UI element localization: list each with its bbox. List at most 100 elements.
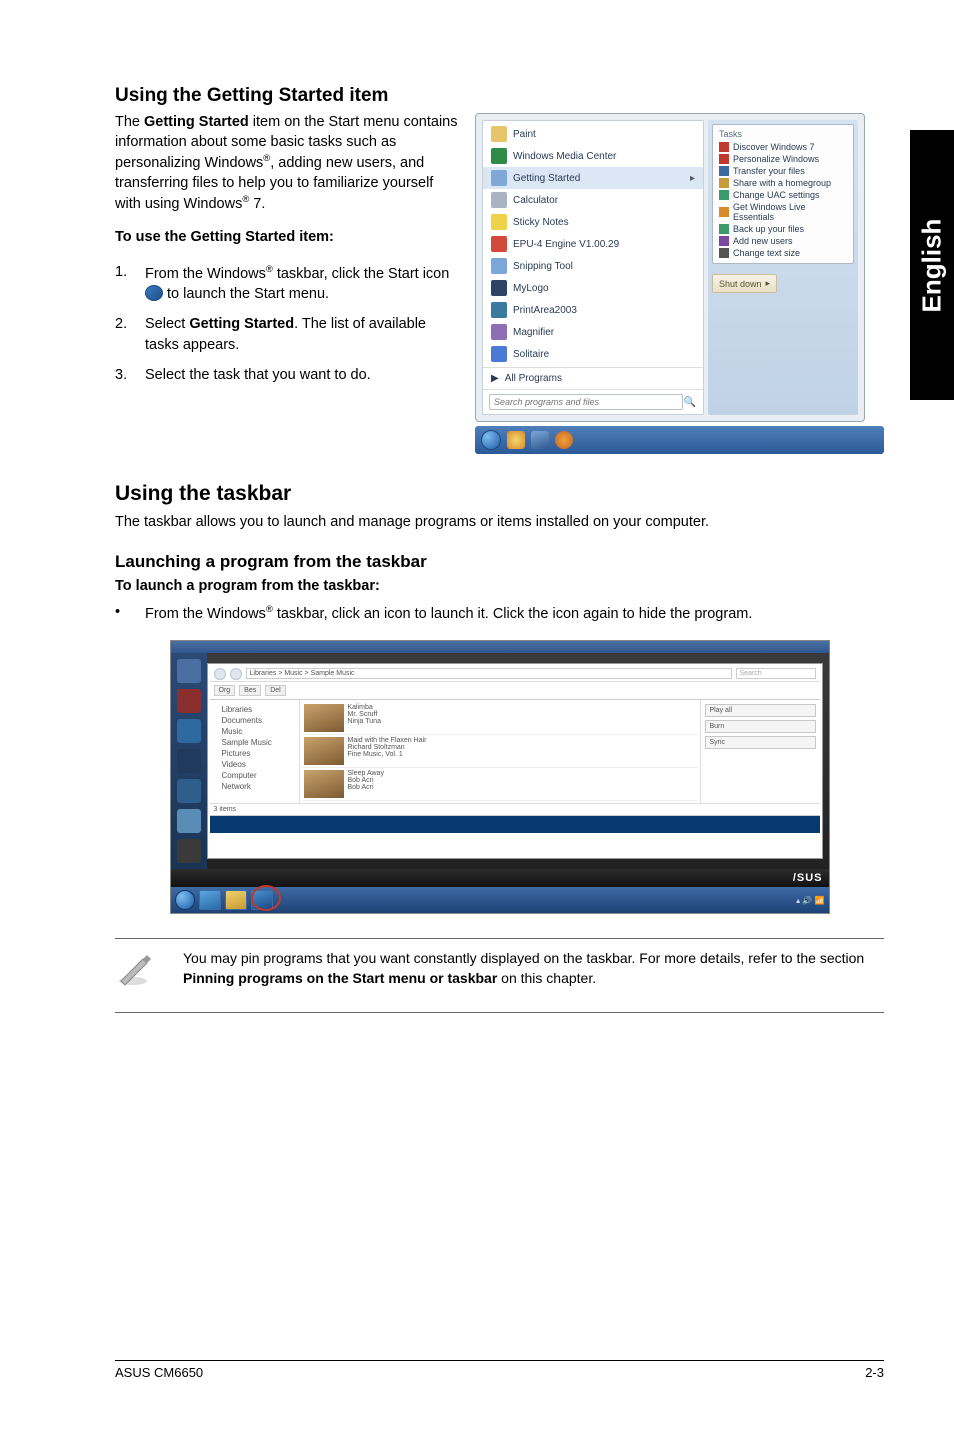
toolbar-button[interactable]: Del bbox=[265, 685, 286, 696]
pinned-ie-icon[interactable] bbox=[199, 890, 221, 910]
task-icon bbox=[719, 178, 729, 188]
tree-node[interactable]: Computer bbox=[214, 770, 295, 781]
tasks-panel: Tasks Discover Windows 7Personalize Wind… bbox=[712, 124, 854, 264]
task-item[interactable]: Add new users bbox=[719, 235, 847, 247]
task-item[interactable]: Share with a homegroup bbox=[719, 177, 847, 189]
start-menu-item-label: Sticky Notes bbox=[513, 217, 569, 228]
start-menu-item[interactable]: PrintArea2003 bbox=[483, 299, 703, 321]
shutdown-button[interactable]: Shut down ▸ bbox=[712, 274, 777, 293]
task-label: Get Windows Live Essentials bbox=[733, 202, 847, 222]
start-menu-item-label: Paint bbox=[513, 129, 536, 140]
start-menu-item-label: Calculator bbox=[513, 195, 558, 206]
footer-page: 2-3 bbox=[865, 1365, 884, 1380]
app-icon bbox=[491, 302, 507, 318]
explorer-search[interactable]: Search bbox=[736, 668, 816, 679]
task-label: Discover Windows 7 bbox=[733, 142, 815, 152]
start-menu-item[interactable]: Solitaire bbox=[483, 343, 703, 365]
task-item[interactable]: Change UAC settings bbox=[719, 189, 847, 201]
gadget-icon bbox=[177, 809, 201, 833]
start-menu-item[interactable]: MyLogo bbox=[483, 277, 703, 299]
section2-para: The taskbar allows you to launch and man… bbox=[115, 512, 884, 532]
explorer-window: Libraries > Music > Sample Music Search … bbox=[207, 663, 823, 859]
start-menu-item[interactable]: Calculator bbox=[483, 189, 703, 211]
tree-node[interactable]: Sample Music bbox=[214, 737, 295, 748]
file-row[interactable]: Maid with the Flaxen HairRichard Stoltzm… bbox=[302, 735, 698, 768]
task-item[interactable]: Change text size bbox=[719, 247, 847, 259]
tree-node[interactable]: Pictures bbox=[214, 748, 295, 759]
page-footer: ASUS CM6650 2-3 bbox=[115, 1360, 884, 1380]
app-icon bbox=[491, 148, 507, 164]
all-programs[interactable]: ▶ All Programs bbox=[483, 367, 703, 389]
section1-steps: 1.From the Windows® taskbar, click the S… bbox=[115, 262, 463, 385]
search-icon: 🔍 bbox=[683, 397, 697, 408]
start-menu-item[interactable]: Windows Media Center bbox=[483, 145, 703, 167]
section2-title: Using the taskbar bbox=[115, 482, 884, 506]
start-orb-icon[interactable] bbox=[175, 890, 195, 910]
start-bottom-bar bbox=[475, 426, 884, 454]
start-search[interactable]: 🔍 bbox=[483, 389, 703, 414]
start-menu-item[interactable]: Getting Started▸ bbox=[483, 167, 703, 189]
file-row[interactable]: KalimbaMr. ScruffNinja Tuna bbox=[302, 702, 698, 735]
tree-node[interactable]: Music bbox=[214, 726, 295, 737]
task-icon bbox=[719, 142, 729, 152]
task-item[interactable]: Transfer your files bbox=[719, 165, 847, 177]
task-label: Personalize Windows bbox=[733, 154, 819, 164]
start-search-input[interactable] bbox=[489, 394, 683, 410]
tree-node[interactable]: Libraries bbox=[214, 704, 295, 715]
toolbar-button[interactable]: Org bbox=[214, 685, 236, 696]
album-art-icon bbox=[304, 770, 344, 798]
file-meta: KalimbaMr. ScruffNinja Tuna bbox=[348, 704, 696, 732]
address-bar[interactable]: Libraries > Music > Sample Music bbox=[246, 668, 732, 679]
task-label: Transfer your files bbox=[733, 166, 805, 176]
task-item[interactable]: Get Windows Live Essentials bbox=[719, 201, 847, 223]
folder-tree[interactable]: LibrariesDocumentsMusicSample MusicPictu… bbox=[210, 700, 300, 803]
start-menu-item[interactable]: Magnifier bbox=[483, 321, 703, 343]
app-icon bbox=[491, 324, 507, 340]
album-art-icon bbox=[304, 737, 344, 765]
burn-button[interactable]: Burn bbox=[705, 720, 816, 733]
task-item[interactable]: Back up your files bbox=[719, 223, 847, 235]
start-orb-icon[interactable] bbox=[481, 430, 501, 450]
task-icon bbox=[719, 236, 729, 246]
bullet-marker: • bbox=[115, 602, 145, 624]
start-menu-item-label: Solitaire bbox=[513, 349, 549, 360]
wmp-icon[interactable] bbox=[555, 431, 573, 449]
file-list[interactable]: KalimbaMr. ScruffNinja Tuna Maid with the… bbox=[300, 700, 700, 803]
tree-node[interactable]: Videos bbox=[214, 759, 295, 770]
start-menu-item[interactable]: Snipping Tool bbox=[483, 255, 703, 277]
ie-icon[interactable] bbox=[507, 431, 525, 449]
play-all-button[interactable]: Play all bbox=[705, 704, 816, 717]
start-menu-item[interactable]: Paint bbox=[483, 123, 703, 145]
gadget-icon bbox=[177, 749, 201, 773]
back-button[interactable] bbox=[214, 668, 226, 680]
start-menu-item-label: Magnifier bbox=[513, 327, 554, 338]
tree-node[interactable]: Network bbox=[214, 781, 295, 792]
start-menu-item[interactable]: EPU-4 Engine V1.00.29 bbox=[483, 233, 703, 255]
forward-button[interactable] bbox=[230, 668, 242, 680]
pinned-explorer-icon[interactable] bbox=[225, 890, 247, 910]
start-menu-item-label: Snipping Tool bbox=[513, 261, 573, 272]
step-number: 1. bbox=[115, 262, 145, 304]
shutdown-label: Shut down bbox=[719, 279, 762, 289]
task-icon bbox=[719, 190, 729, 200]
file-row[interactable]: Sleep AwayBob AcriBob Acri bbox=[302, 768, 698, 801]
section3-subhead: To launch a program from the taskbar: bbox=[115, 578, 884, 594]
explorer-icon[interactable] bbox=[531, 431, 549, 449]
app-icon bbox=[491, 280, 507, 296]
task-item[interactable]: Personalize Windows bbox=[719, 153, 847, 165]
tree-node[interactable]: Documents bbox=[214, 715, 295, 726]
note-pencil-icon bbox=[115, 949, 157, 994]
task-label: Change UAC settings bbox=[733, 190, 820, 200]
details-pane: Play all Burn Sync bbox=[700, 700, 820, 803]
gadget-icon bbox=[177, 779, 201, 803]
album-art-icon bbox=[304, 704, 344, 732]
start-menu-item-label: MyLogo bbox=[513, 283, 549, 294]
system-tray[interactable]: ▴ 🔊 📶 bbox=[796, 896, 824, 905]
toolbar-button[interactable]: Bes bbox=[239, 685, 261, 696]
section3-title: Launching a program from the taskbar bbox=[115, 552, 884, 572]
start-menu-item[interactable]: Sticky Notes bbox=[483, 211, 703, 233]
status-bar: 3 items bbox=[210, 803, 820, 815]
sync-button[interactable]: Sync bbox=[705, 736, 816, 749]
start-menu-figure: Paint Windows Media CenterGetting Started… bbox=[475, 113, 865, 422]
task-item[interactable]: Discover Windows 7 bbox=[719, 141, 847, 153]
